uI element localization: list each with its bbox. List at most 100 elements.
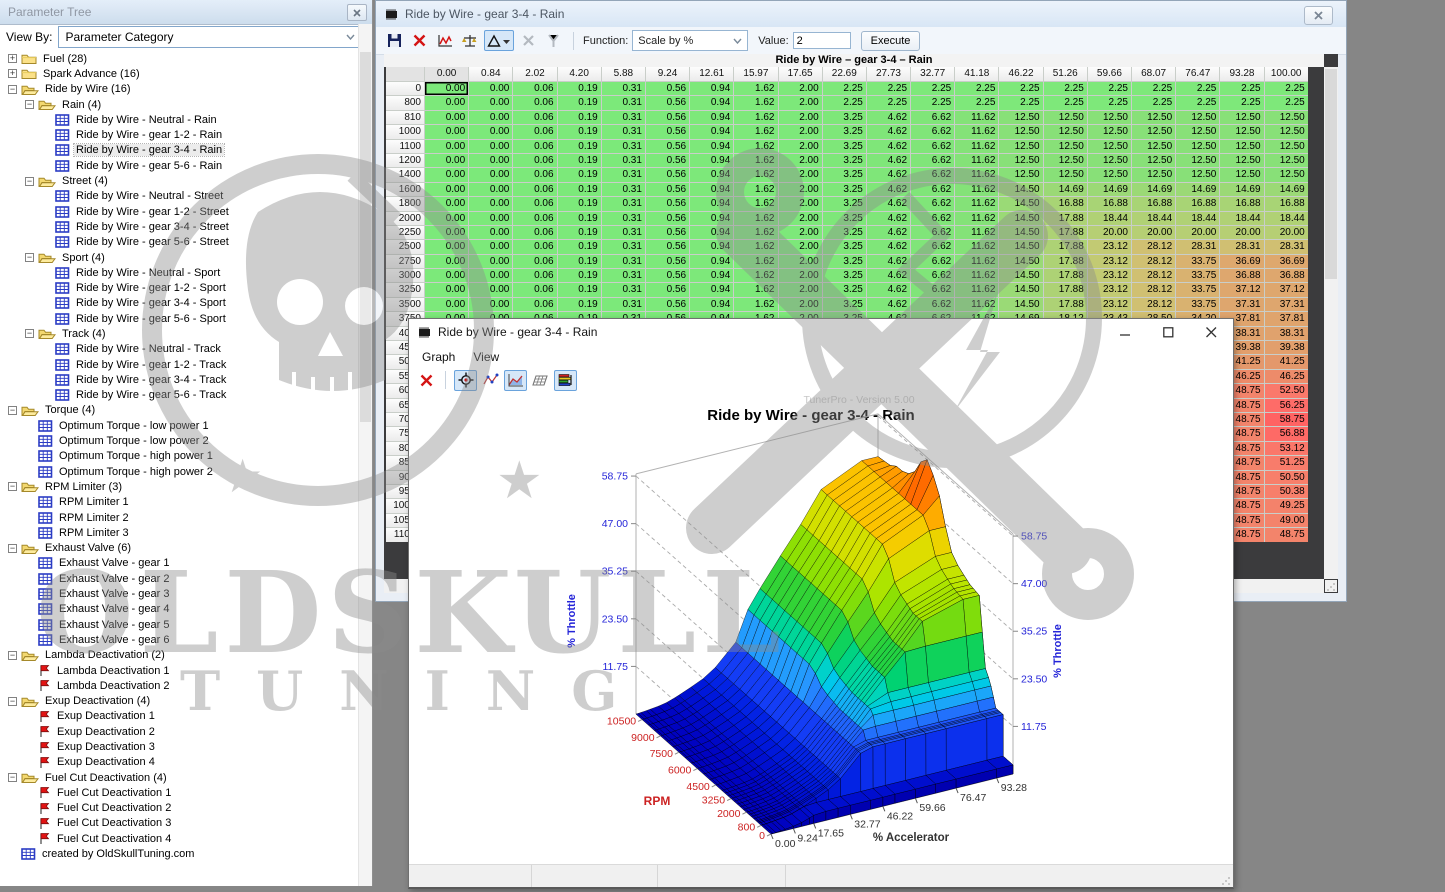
expand-toggle[interactable]: − bbox=[8, 773, 17, 782]
grid-cell[interactable]: 11.62 bbox=[955, 240, 998, 253]
tree-item-label[interactable]: Fuel Cut Deactivation 1 bbox=[55, 787, 173, 799]
tree-item[interactable]: Ride by Wire - Neutral - Track bbox=[2, 342, 358, 357]
grid-cell[interactable]: 0.31 bbox=[602, 197, 645, 210]
tree-item-label[interactable]: Fuel Cut Deactivation 2 bbox=[55, 802, 173, 814]
grid-cell[interactable]: 0.94 bbox=[690, 197, 733, 210]
grid-cell[interactable]: 14.69 bbox=[1265, 183, 1308, 196]
grid-cell[interactable]: 6.62 bbox=[911, 298, 954, 311]
grid-cell[interactable]: 2.25 bbox=[1088, 96, 1131, 109]
tree-item-label[interactable]: Ride by Wire - gear 5-6 - Street bbox=[74, 236, 231, 248]
grid-cell[interactable]: 0.00 bbox=[425, 212, 468, 225]
grid-cell[interactable]: 0.56 bbox=[646, 283, 689, 296]
grid-cell[interactable]: 0.31 bbox=[602, 183, 645, 196]
grid-cell[interactable]: 33.75 bbox=[1176, 255, 1219, 268]
grid-cell[interactable]: 0.00 bbox=[469, 140, 512, 153]
grid-cell[interactable]: 1.62 bbox=[734, 82, 777, 95]
grid-cell[interactable]: 0.06 bbox=[513, 226, 556, 239]
grid-cell[interactable]: 3.25 bbox=[823, 226, 866, 239]
grid-cell[interactable]: 2.00 bbox=[779, 111, 822, 124]
column-header[interactable]: 17.65 bbox=[779, 67, 822, 81]
grid-cell[interactable]: 53.12 bbox=[1265, 442, 1308, 455]
grid-cell[interactable]: 0.19 bbox=[558, 226, 601, 239]
tree-item[interactable]: −Rain (4) bbox=[2, 97, 358, 112]
grid-cell[interactable]: 12.50 bbox=[1265, 140, 1308, 153]
grid-cell[interactable]: 0.19 bbox=[558, 125, 601, 138]
grid-cell[interactable]: 23.12 bbox=[1088, 269, 1131, 282]
grid-cell[interactable]: 0.31 bbox=[602, 283, 645, 296]
tree-item-label[interactable]: Ride by Wire - gear 3-4 - Street bbox=[74, 221, 231, 233]
column-header[interactable]: 22.69 bbox=[823, 67, 866, 81]
tree-item-label[interactable]: Ride by Wire - gear 3-4 - Rain bbox=[74, 144, 224, 156]
tree-item-label[interactable]: Ride by Wire - gear 1-2 - Street bbox=[74, 206, 231, 218]
tree-item-label[interactable]: Ride by Wire - gear 5-6 - Track bbox=[74, 389, 228, 401]
grid-cell[interactable]: 0.56 bbox=[646, 226, 689, 239]
pan-icon[interactable] bbox=[454, 370, 477, 391]
tree-item-label[interactable]: Sport (4) bbox=[60, 252, 107, 264]
grid-cell[interactable]: 0.56 bbox=[646, 96, 689, 109]
grid-cell[interactable]: 0.06 bbox=[513, 283, 556, 296]
grid-cell[interactable]: 11.62 bbox=[955, 226, 998, 239]
grid-cell[interactable]: 2.25 bbox=[1265, 82, 1308, 95]
grid-cell[interactable]: 12.50 bbox=[1132, 154, 1175, 167]
tree-scrollbar[interactable] bbox=[358, 24, 372, 886]
column-header[interactable]: 4.20 bbox=[558, 67, 601, 81]
grid-cell[interactable]: 0.94 bbox=[690, 140, 733, 153]
column-header[interactable]: 2.02 bbox=[513, 67, 556, 81]
tree-item-label[interactable]: RPM Limiter (3) bbox=[43, 481, 124, 493]
grid-cell[interactable]: 4.62 bbox=[867, 240, 910, 253]
grid-cell[interactable]: 0.94 bbox=[690, 255, 733, 268]
grid-cell[interactable]: 23.12 bbox=[1088, 298, 1131, 311]
grid-cell[interactable]: 0.19 bbox=[558, 240, 601, 253]
grid-cell[interactable]: 1.62 bbox=[734, 154, 777, 167]
grid-cell[interactable]: 0.00 bbox=[469, 226, 512, 239]
expand-toggle[interactable]: + bbox=[8, 69, 17, 78]
grid-cell[interactable]: 0.06 bbox=[513, 255, 556, 268]
grid-cell[interactable]: 28.12 bbox=[1132, 255, 1175, 268]
grid-cell[interactable]: 2.25 bbox=[1176, 96, 1219, 109]
tree-item-label[interactable]: Ride by Wire - gear 3-4 - Track bbox=[74, 374, 228, 386]
table-window-titlebar[interactable]: Ride by Wire - gear 3-4 - Rain bbox=[376, 1, 1346, 27]
grid-cell[interactable]: 2.25 bbox=[955, 82, 998, 95]
column-header[interactable]: 76.47 bbox=[1176, 67, 1219, 81]
grid-cell[interactable]: 0.31 bbox=[602, 154, 645, 167]
column-header[interactable]: 15.97 bbox=[734, 67, 777, 81]
grid-cell[interactable]: 0.00 bbox=[425, 197, 468, 210]
grid-cell[interactable]: 2.00 bbox=[779, 96, 822, 109]
execute-button[interactable]: Execute bbox=[861, 31, 921, 51]
grid-cell[interactable]: 14.50 bbox=[999, 255, 1042, 268]
row-header[interactable]: 1400 bbox=[386, 168, 424, 181]
column-header[interactable]: 0.00 bbox=[425, 67, 468, 81]
grid-cell[interactable]: 4.62 bbox=[867, 212, 910, 225]
grid-cell[interactable]: 4.62 bbox=[867, 140, 910, 153]
tree-item-label[interactable]: Ride by Wire - Neutral - Rain bbox=[74, 114, 219, 126]
skew-grid-icon[interactable] bbox=[530, 371, 551, 390]
grid-cell[interactable]: 2.00 bbox=[779, 154, 822, 167]
grid-cell[interactable]: 6.62 bbox=[911, 154, 954, 167]
expand-toggle[interactable]: − bbox=[8, 697, 17, 706]
grid-cell[interactable]: 3.25 bbox=[823, 197, 866, 210]
grid-cell[interactable]: 2.00 bbox=[779, 212, 822, 225]
grid-cell[interactable]: 36.88 bbox=[1220, 269, 1263, 282]
grid-cell[interactable]: 0.94 bbox=[690, 111, 733, 124]
grid-cell[interactable]: 0.06 bbox=[513, 269, 556, 282]
grid-cell[interactable]: 0.00 bbox=[469, 183, 512, 196]
grid-cell[interactable]: 3.25 bbox=[823, 183, 866, 196]
grid-cell[interactable]: 0.94 bbox=[690, 125, 733, 138]
grid-cell[interactable]: 0.31 bbox=[602, 240, 645, 253]
grid-cell[interactable]: 0.19 bbox=[558, 168, 601, 181]
row-header[interactable]: 3000 bbox=[386, 269, 424, 282]
grid-cell[interactable]: 2.00 bbox=[779, 183, 822, 196]
expand-toggle[interactable]: + bbox=[8, 54, 17, 63]
grid-cell[interactable]: 4.62 bbox=[867, 125, 910, 138]
column-header[interactable]: 68.07 bbox=[1132, 67, 1175, 81]
tree-item[interactable]: Lambda Deactivation 1 bbox=[2, 663, 358, 678]
row-header[interactable]: 1600 bbox=[386, 183, 424, 196]
row-header[interactable]: 3250 bbox=[386, 283, 424, 296]
grid-cell[interactable]: 28.12 bbox=[1132, 240, 1175, 253]
row-header[interactable]: 2250 bbox=[386, 226, 424, 239]
grid-cell[interactable]: 1.62 bbox=[734, 298, 777, 311]
grid-cell[interactable]: 0.06 bbox=[513, 82, 556, 95]
grid-cell[interactable]: 12.50 bbox=[1088, 168, 1131, 181]
column-header[interactable]: 12.61 bbox=[690, 67, 733, 81]
column-header[interactable]: 93.28 bbox=[1220, 67, 1263, 81]
